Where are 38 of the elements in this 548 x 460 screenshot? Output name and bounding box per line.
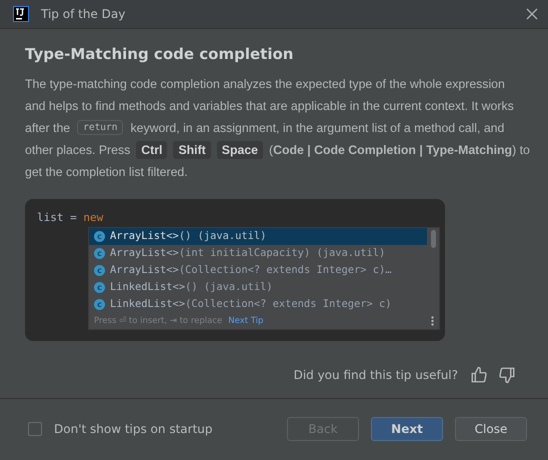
class-icon: c bbox=[94, 282, 105, 293]
thumbs-up-icon[interactable] bbox=[470, 366, 488, 384]
class-icon: c bbox=[94, 264, 105, 276]
hint-text: Press ⏎ to insert, ⇥ to replace bbox=[94, 316, 222, 326]
code-text: list = bbox=[37, 210, 78, 224]
next-tip-link[interactable]: Next Tip bbox=[228, 316, 425, 326]
dialog-button[interactable]: Next bbox=[371, 417, 443, 442]
close-icon[interactable] bbox=[526, 8, 538, 20]
window-title: Tip of the Day bbox=[41, 6, 126, 21]
tip-text: get the completion list filtered. bbox=[25, 164, 188, 179]
tip-text: after the bbox=[25, 120, 70, 135]
code-keyword: new bbox=[83, 210, 104, 224]
tip-text: other places. Press bbox=[25, 142, 130, 157]
code-keyword: return bbox=[77, 120, 124, 136]
key-cap: Shift bbox=[173, 140, 211, 159]
key-cap: Space bbox=[216, 140, 264, 159]
tip-text: and helps to find methods and variables that are applicable in the current context. It works bbox=[25, 98, 514, 113]
completion-item[interactable]: c LinkedList<>(Collection<? extends Integer> c) bbox=[89, 296, 427, 313]
dialog-button[interactable]: Close bbox=[455, 417, 527, 442]
feedback-question: Did you find this tip useful? bbox=[294, 368, 458, 382]
tip-title: Type-Matching code completion bbox=[25, 44, 294, 63]
class-icon: c bbox=[94, 298, 105, 310]
tip-text: The type-matching code completion analyzes the expected type of the whole expression bbox=[25, 76, 505, 91]
app-logo-icon bbox=[13, 6, 29, 22]
class-icon: c bbox=[94, 230, 105, 242]
thumbs-down-icon[interactable] bbox=[498, 366, 516, 384]
tip-text: keyword, in an assignment, in the argument list of a method call, and bbox=[130, 120, 504, 135]
more-icon[interactable] bbox=[431, 316, 434, 326]
class-icon: c bbox=[94, 248, 105, 259]
completion-item[interactable]: c ArrayList<>() (java.util) bbox=[89, 228, 427, 245]
checkbox-label: Don't show tips on startup bbox=[54, 422, 214, 436]
key-cap: Ctrl bbox=[136, 140, 168, 159]
completion-item[interactable]: c ArrayList<>(int initialCapacity) (java.util) bbox=[89, 244, 427, 262]
completion-item[interactable]: c LinkedList<>() (java.util) bbox=[89, 278, 427, 296]
tip-text: (Code | Code Completion | Type-Matching) to bbox=[269, 142, 530, 157]
completion-item[interactable]: c ArrayList<>(Collection<? extends Integer> c)… bbox=[89, 262, 427, 279]
checkbox[interactable] bbox=[28, 422, 42, 436]
scrollbar[interactable] bbox=[431, 230, 436, 248]
